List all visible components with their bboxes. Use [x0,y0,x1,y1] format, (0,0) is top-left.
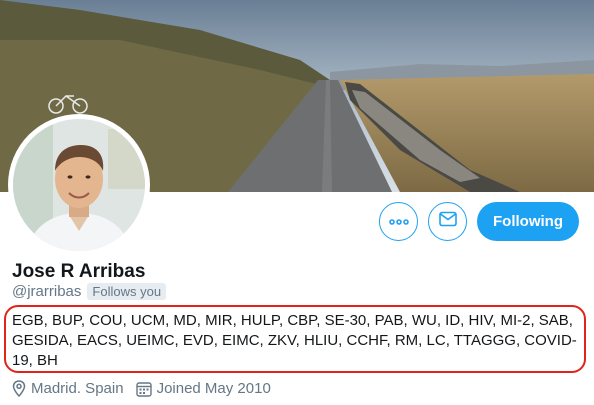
location-pin-icon [12,380,26,397]
following-button[interactable]: Following [477,202,579,241]
location-item: Madrid. Spain [12,380,124,397]
message-button[interactable] [428,202,467,241]
handle-row: @jrarribas Follows you [12,283,167,300]
joined-text: Joined May 2010 [156,380,271,397]
joined-item: Joined May 2010 [135,380,271,397]
avatar-photo [13,119,145,251]
more-options-button[interactable] [379,202,418,241]
more-dots-icon [388,213,409,231]
calendar-icon [135,381,152,397]
follows-you-badge: Follows you [87,283,167,300]
profile-handle: @jrarribas [12,283,82,300]
profile-name: Jose R Arribas [12,261,146,282]
location-text: Madrid. Spain [31,380,124,397]
profile-meta: Madrid. Spain Joined May 2010 [12,380,283,397]
profile-bio: EGB, BUP, COU, UCM, MD, MIR, HULP, CBP, … [12,312,577,369]
envelope-icon [438,211,457,232]
avatar[interactable] [8,114,150,256]
